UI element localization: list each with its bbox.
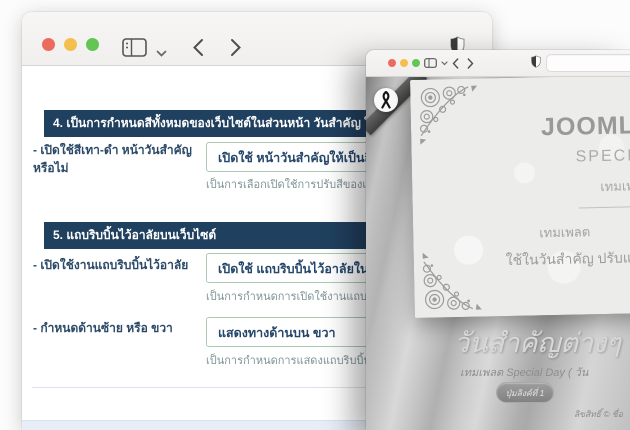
corner-ornament-icon <box>420 251 483 314</box>
ribbon-enable-label: - เปิดใช้งานแถบริบบิ้นไว้อาลัย <box>33 256 201 274</box>
card-title: JOOMLA <box>541 111 630 142</box>
sidebar-icon[interactable] <box>122 38 147 57</box>
hero-title: วันสำคัญต่างๆ <box>454 321 621 364</box>
hero-subtitle: เทมเพลต Special Day ( วัน <box>460 363 588 381</box>
minimize-window-button[interactable] <box>400 59 408 67</box>
address-bar[interactable] <box>546 54 630 72</box>
chevron-down-icon[interactable] <box>156 50 167 58</box>
traffic-lights <box>388 59 420 67</box>
card-line3: ใช้ในวันสำคัญ ปรับแ <box>506 247 630 272</box>
sidebar-icon[interactable] <box>424 58 437 68</box>
minimize-window-button[interactable] <box>64 38 77 51</box>
back-icon[interactable] <box>192 38 204 57</box>
close-window-button[interactable] <box>388 59 396 67</box>
forward-icon[interactable] <box>230 38 242 57</box>
forward-icon[interactable] <box>467 58 474 69</box>
card-divider <box>579 205 630 208</box>
chevron-down-icon[interactable] <box>441 61 448 66</box>
corner-ornament-icon <box>416 83 479 146</box>
gray-mode-label: - เปิดใช้สีเทา-ดำ หน้าวันสำคัญ หรือไม่ <box>33 141 201 177</box>
preview-browser-window: JOOMLA SPECIAL เทมเพล เทมเพลต ใช้ในวันสำ… <box>366 50 630 430</box>
zoom-window-button[interactable] <box>412 59 420 67</box>
privacy-shield-icon[interactable] <box>531 55 541 68</box>
copyright-text: ลิขสิทธิ์ © ชื่อ <box>574 407 623 421</box>
card-line1: เทมเพล <box>600 175 630 197</box>
card-line2: เทมเพลต <box>539 221 590 243</box>
mourning-ribbon-badge <box>374 88 398 112</box>
template-info-card: JOOMLA SPECIAL เทมเพล เทมเพลต ใช้ในวันสำ… <box>410 77 630 318</box>
browser-toolbar-small <box>366 50 630 77</box>
ribbon-side-label: - กำหนดด้านซ้าย หรือ ขวา <box>33 319 201 337</box>
traffic-lights <box>42 38 99 51</box>
card-subtitle: SPECIAL <box>575 147 630 167</box>
close-window-button[interactable] <box>42 38 55 51</box>
link-button-1[interactable]: ปุ่มลิงค์ที่ 1 <box>496 382 554 403</box>
back-icon[interactable] <box>452 58 459 69</box>
zoom-window-button[interactable] <box>86 38 99 51</box>
special-day-webpage: JOOMLA SPECIAL เทมเพล เทมเพลต ใช้ในวันสำ… <box>366 77 630 430</box>
mourning-ribbon-icon <box>379 91 393 109</box>
